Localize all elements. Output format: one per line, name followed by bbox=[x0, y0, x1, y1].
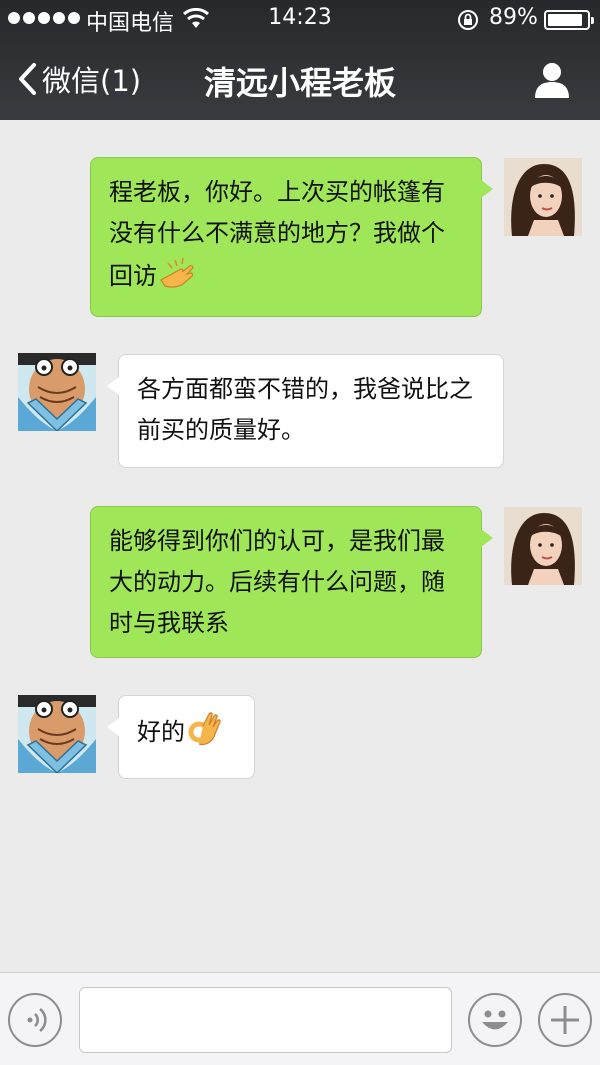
back-button[interactable]: 微信(1) bbox=[16, 58, 141, 100]
battery-icon bbox=[544, 10, 594, 30]
message-bubble-sent[interactable]: 程老板，你好。上次买的帐篷有没有什么不满意的地方？我做个回访 bbox=[90, 157, 493, 317]
voice-icon bbox=[27, 1007, 47, 1033]
pointing-hand-emoji bbox=[157, 254, 195, 292]
plus-icon bbox=[551, 1006, 579, 1034]
battery-percent: 89% bbox=[489, 5, 538, 30]
back-label: 微信(1) bbox=[42, 64, 142, 98]
contact-avatar[interactable] bbox=[18, 353, 96, 431]
battery-fill bbox=[548, 14, 582, 26]
chevron-left-icon bbox=[19, 63, 36, 95]
message-bubble-received[interactable]: 各方面都蛮不错的，我爸说比之前买的质量好。 bbox=[107, 354, 504, 468]
status-bar: 中国电信 14:23 89% bbox=[0, 0, 600, 38]
top-header: 中国电信 14:23 89% 微信(1) 清远小程老板 bbox=[0, 0, 600, 120]
ok-hand-emoji bbox=[185, 710, 223, 748]
chat-messages[interactable]: 程老板，你好。上次买的帐篷有没有什么不满意的地方？我做个回访 各方面都蛮不错的，… bbox=[0, 120, 600, 972]
message-input-bar bbox=[0, 972, 600, 1065]
rotation-lock-icon bbox=[456, 8, 480, 38]
smiley-face-icon bbox=[482, 1010, 508, 1030]
my-avatar[interactable] bbox=[504, 158, 582, 236]
message-text: 好的 bbox=[137, 718, 185, 746]
emoji-button[interactable] bbox=[468, 993, 522, 1047]
voice-input-button[interactable] bbox=[8, 993, 62, 1047]
person-icon bbox=[535, 63, 569, 98]
contact-profile-button[interactable] bbox=[532, 60, 572, 100]
more-options-button[interactable] bbox=[538, 993, 592, 1047]
message-bubble-sent[interactable]: 能够得到你们的认可，是我们最大的动力。后续有什么问题，随时与我联系 bbox=[90, 506, 493, 658]
message-text: 能够得到你们的认可，是我们最大的动力。后续有什么问题，随时与我联系 bbox=[109, 527, 445, 637]
my-avatar[interactable] bbox=[504, 507, 582, 585]
message-text: 各方面都蛮不错的，我爸说比之前买的质量好。 bbox=[137, 375, 473, 444]
message-text-input[interactable] bbox=[79, 987, 452, 1053]
chat-title: 清远小程老板 bbox=[203, 64, 396, 102]
contact-avatar[interactable] bbox=[18, 695, 96, 773]
message-bubble-received[interactable]: 好的 bbox=[107, 695, 255, 779]
